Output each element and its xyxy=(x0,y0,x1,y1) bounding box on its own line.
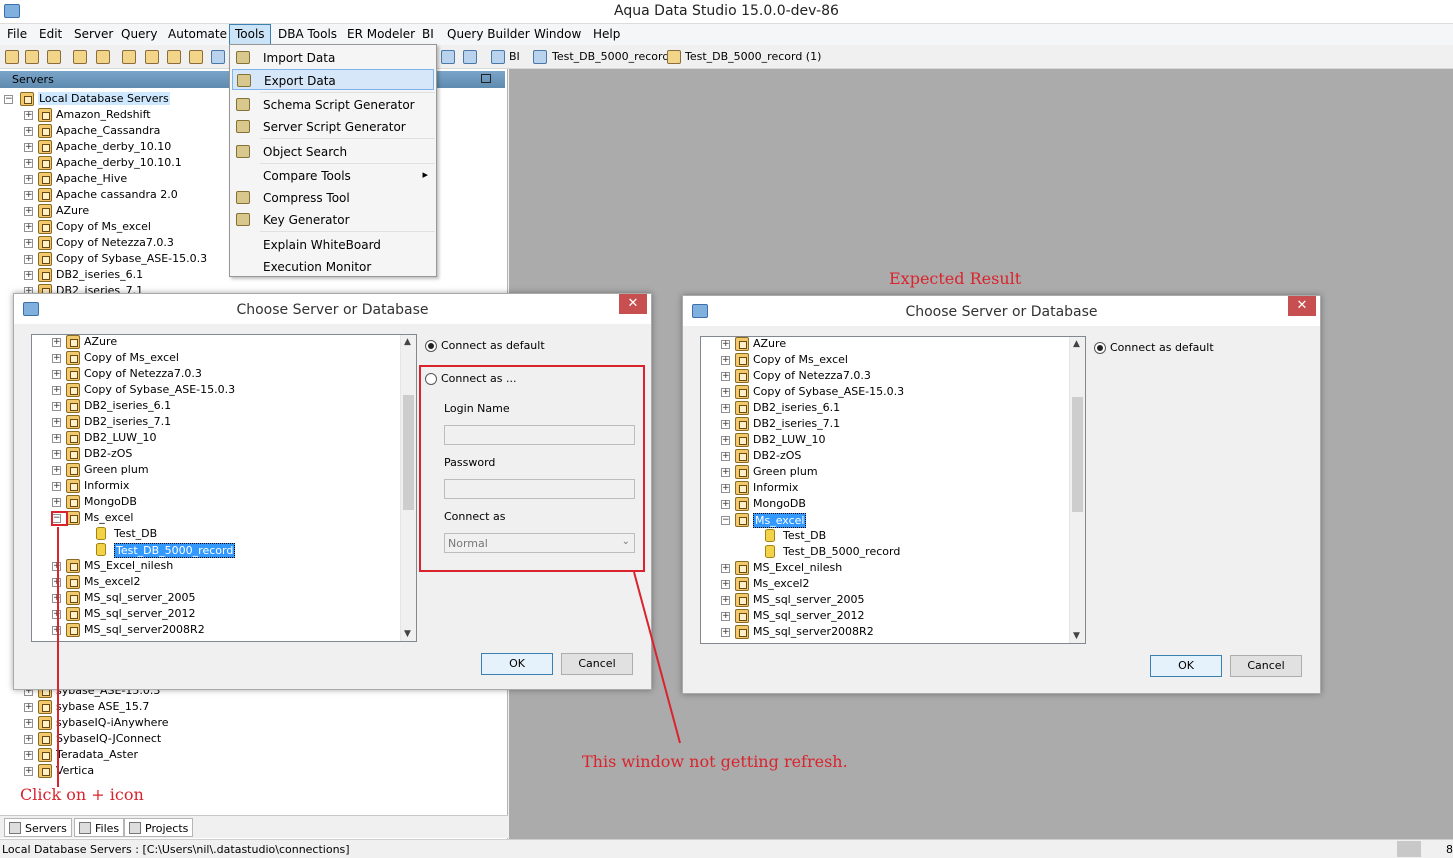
not-refresh-note: This window not getting refresh. xyxy=(582,752,848,771)
annotation-lines xyxy=(57,527,681,787)
click-plus-note: Click on + icon xyxy=(20,785,144,804)
annotation-line-window xyxy=(633,571,681,744)
expected-result-note: Expected Result xyxy=(889,269,1022,288)
